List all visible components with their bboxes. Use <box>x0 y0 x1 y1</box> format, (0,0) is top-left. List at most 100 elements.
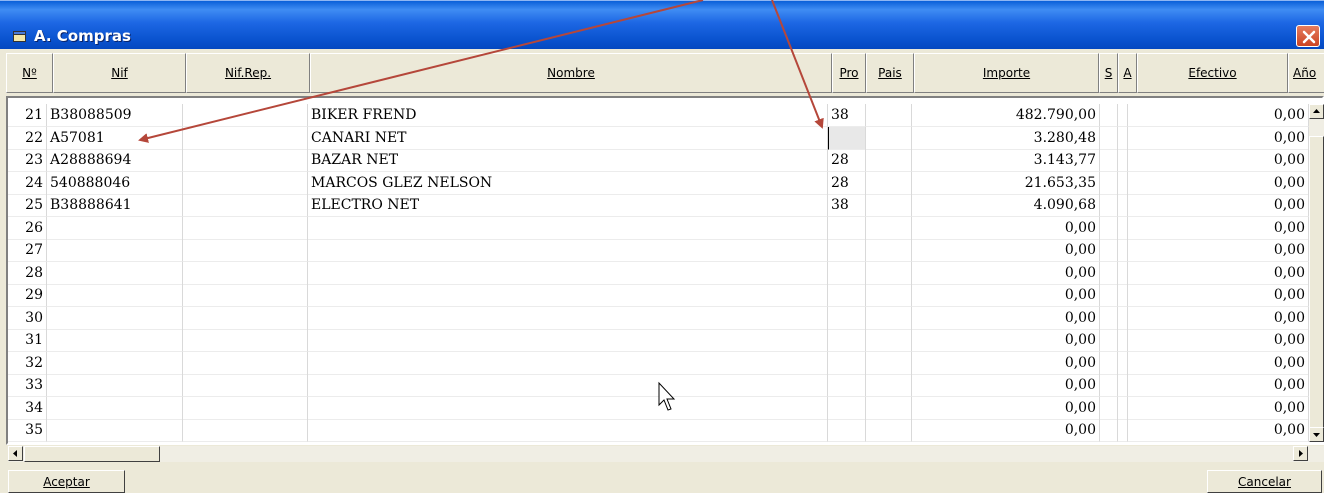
cell-pais[interactable] <box>866 419 912 442</box>
cell-pro[interactable]: 38 <box>828 104 866 127</box>
cell-a[interactable] <box>1118 261 1128 285</box>
cell-nif[interactable] <box>47 284 183 307</box>
cell-pais[interactable] <box>866 284 912 307</box>
cell-nombre[interactable]: ELECTRO NET <box>308 194 828 217</box>
table-row[interactable]: 32 0,00 0,00 <box>8 351 1314 375</box>
cell-a[interactable] <box>1118 239 1128 262</box>
cell-importe[interactable]: 4.090,68 <box>912 194 1100 217</box>
scroll-left-button[interactable] <box>8 446 23 461</box>
cell-importe[interactable]: 3.143,77 <box>912 149 1100 172</box>
cell-s[interactable] <box>1100 306 1118 330</box>
cell-s[interactable] <box>1100 351 1118 375</box>
close-button[interactable] <box>1296 25 1320 47</box>
cell-nombre[interactable] <box>308 419 828 442</box>
cell-efectivo[interactable]: 0,00 <box>1128 239 1309 262</box>
cell-pais[interactable] <box>866 374 912 397</box>
cell-a[interactable] <box>1118 104 1128 127</box>
cell-numero[interactable]: 34 <box>8 396 47 420</box>
cell-pais[interactable] <box>866 261 912 285</box>
cell-pro[interactable] <box>828 329 866 352</box>
cell-importe[interactable]: 0,00 <box>912 396 1100 420</box>
cell-nif-rep[interactable] <box>183 374 308 397</box>
table-row[interactable]: 30 0,00 0,00 <box>8 306 1314 330</box>
cell-pro[interactable] <box>828 396 866 420</box>
cell-a[interactable] <box>1118 126 1128 150</box>
cell-numero[interactable]: 29 <box>8 284 47 307</box>
cell-nif[interactable] <box>47 261 183 285</box>
cell-s[interactable] <box>1100 149 1118 172</box>
cell-nif[interactable]: A57081 <box>47 126 183 150</box>
cell-nif-rep[interactable] <box>183 284 308 307</box>
table-row[interactable]: 25 B38888641 ELECTRO NET 38 4.090,68 0,00 <box>8 194 1314 217</box>
table-row[interactable]: 34 0,00 0,00 <box>8 396 1314 420</box>
cell-efectivo[interactable]: 0,00 <box>1128 396 1309 420</box>
cell-nombre[interactable] <box>308 306 828 330</box>
cell-numero[interactable]: 27 <box>8 239 47 262</box>
cell-numero[interactable]: 24 <box>8 171 47 195</box>
cell-nif-rep[interactable] <box>183 194 308 217</box>
cell-nif[interactable] <box>47 374 183 397</box>
cell-nif-rep[interactable] <box>183 261 308 285</box>
cell-nif[interactable]: 540888046 <box>47 171 183 195</box>
cell-efectivo[interactable]: 0,00 <box>1128 261 1309 285</box>
table-row[interactable]: 29 0,00 0,00 <box>8 284 1314 307</box>
table-row[interactable]: 24 540888046 MARCOS GLEZ NELSON 28 21.653,35… <box>8 171 1314 195</box>
cell-efectivo[interactable]: 0,00 <box>1128 306 1309 330</box>
column-header-numero[interactable]: Nº <box>6 53 53 93</box>
cell-nif-rep[interactable] <box>183 396 308 420</box>
cell-importe[interactable]: 3.280,48 <box>912 126 1100 150</box>
cell-pais[interactable] <box>866 329 912 352</box>
cell-a[interactable] <box>1118 306 1128 330</box>
cell-pro[interactable] <box>828 126 866 150</box>
cell-pais[interactable] <box>866 194 912 217</box>
cell-pro[interactable] <box>828 239 866 262</box>
cell-a[interactable] <box>1118 171 1128 195</box>
cell-a[interactable] <box>1118 329 1128 352</box>
scroll-up-button[interactable] <box>1309 104 1324 119</box>
vertical-scrollbar[interactable] <box>1309 104 1324 442</box>
column-header-ano[interactable]: Año <box>1288 53 1324 93</box>
cell-s[interactable] <box>1100 171 1118 195</box>
cell-a[interactable] <box>1118 351 1128 375</box>
cell-nif[interactable] <box>47 396 183 420</box>
column-header-a[interactable]: A <box>1118 53 1137 93</box>
cell-efectivo[interactable]: 0,00 <box>1128 194 1309 217</box>
cell-efectivo[interactable]: 0,00 <box>1128 284 1309 307</box>
table-row[interactable]: 28 0,00 0,00 <box>8 261 1314 285</box>
cell-s[interactable] <box>1100 329 1118 352</box>
cell-a[interactable] <box>1118 374 1128 397</box>
cell-nombre[interactable]: MARCOS GLEZ NELSON <box>308 171 828 195</box>
table-row[interactable]: 23 A28888694 BAZAR NET 28 3.143,77 0,00 <box>8 149 1314 172</box>
cell-nif-rep[interactable] <box>183 306 308 330</box>
cell-nif[interactable] <box>47 239 183 262</box>
cell-s[interactable] <box>1100 261 1118 285</box>
column-header-nombre[interactable]: Nombre <box>310 53 832 93</box>
cell-nif[interactable] <box>47 216 183 240</box>
cell-nombre[interactable]: BIKER FREND <box>308 104 828 127</box>
cell-nombre[interactable] <box>308 396 828 420</box>
cell-pro[interactable] <box>828 374 866 397</box>
cell-pais[interactable] <box>866 126 912 150</box>
table-row[interactable]: 31 0,00 0,00 <box>8 329 1314 352</box>
cell-nif-rep[interactable] <box>183 149 308 172</box>
cell-efectivo[interactable]: 0,00 <box>1128 419 1309 442</box>
column-header-importe[interactable]: Importe <box>914 53 1099 93</box>
cell-nif-rep[interactable] <box>183 104 308 127</box>
cell-pais[interactable] <box>866 396 912 420</box>
aceptar-button[interactable]: Aceptar <box>8 470 125 493</box>
cell-efectivo[interactable]: 0,00 <box>1128 171 1309 195</box>
cell-pro[interactable] <box>828 419 866 442</box>
cell-nombre[interactable] <box>308 239 828 262</box>
cell-pais[interactable] <box>866 351 912 375</box>
cell-pais[interactable] <box>866 216 912 240</box>
cell-pro[interactable] <box>828 284 866 307</box>
cell-nif-rep[interactable] <box>183 171 308 195</box>
cell-nif[interactable]: A28888694 <box>47 149 183 172</box>
cell-nombre[interactable] <box>308 374 828 397</box>
cell-numero[interactable]: 22 <box>8 126 47 150</box>
cell-a[interactable] <box>1118 194 1128 217</box>
scroll-down-button[interactable] <box>1309 427 1324 442</box>
cell-s[interactable] <box>1100 419 1118 442</box>
cell-importe[interactable]: 0,00 <box>912 261 1100 285</box>
cell-s[interactable] <box>1100 194 1118 217</box>
